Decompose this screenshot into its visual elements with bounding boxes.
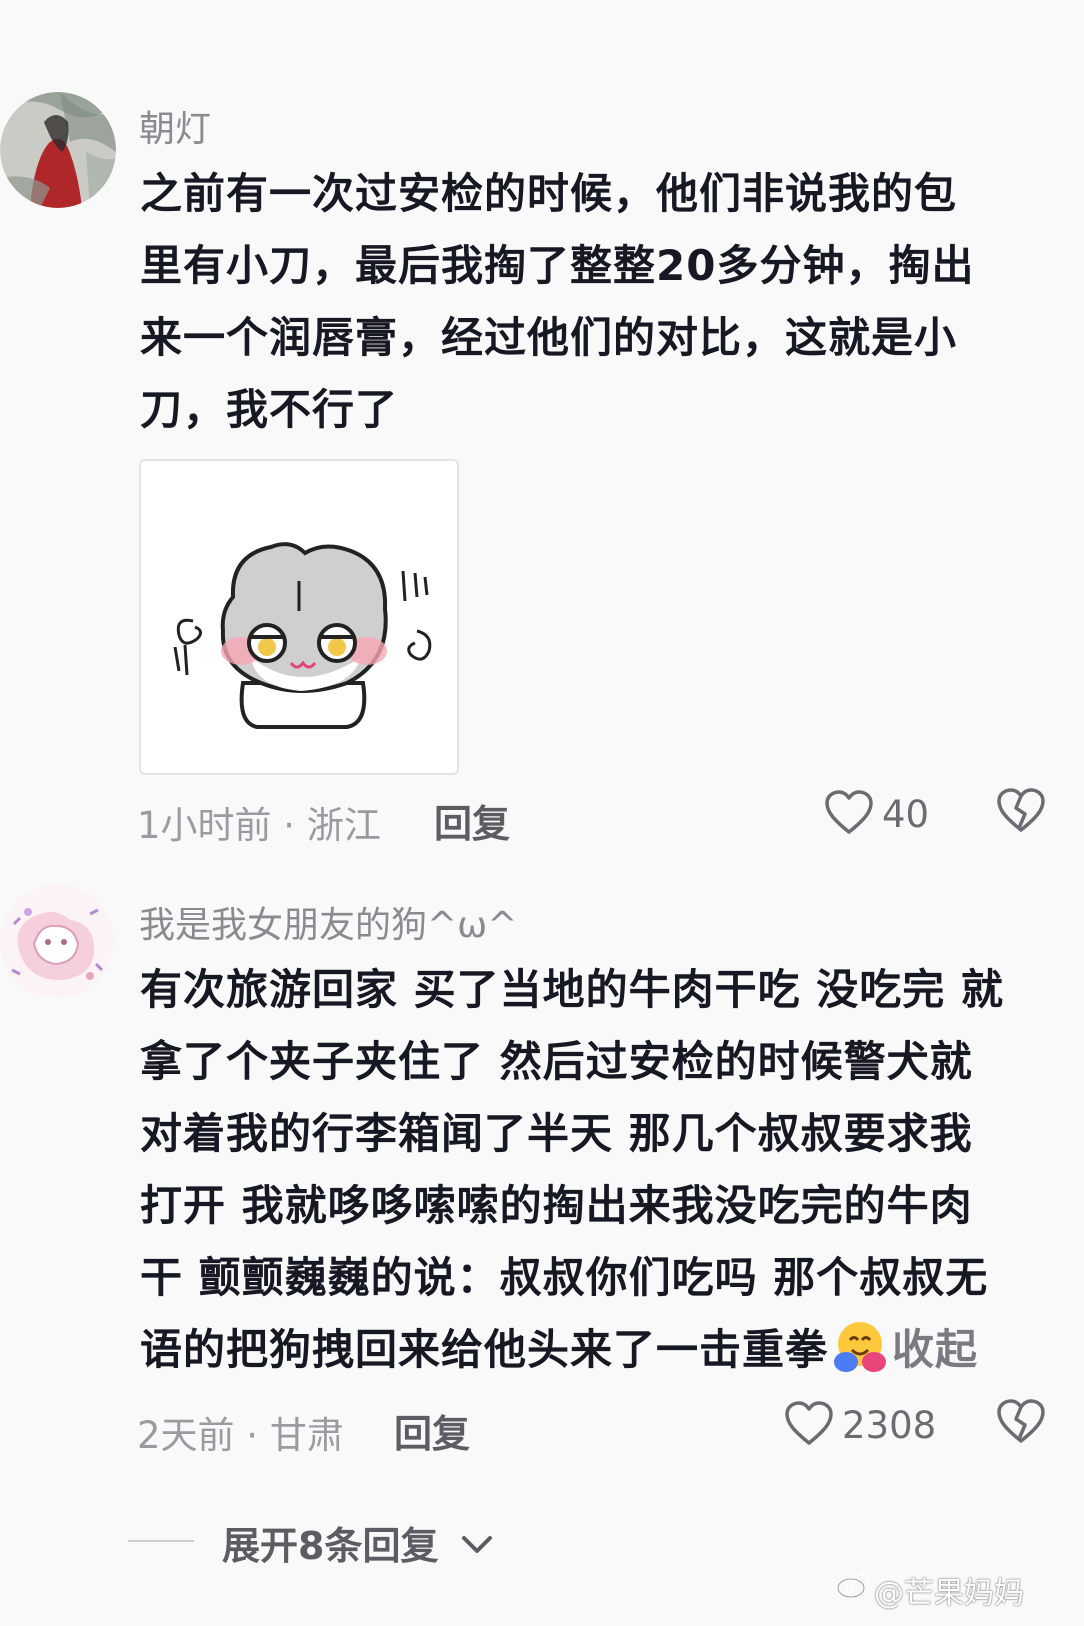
comment-sticker[interactable]	[139, 459, 459, 775]
comment-text-line: 对着我的行李箱闻了半天 那几个叔叔要求我	[140, 1109, 973, 1158]
hugging-face-emoji	[834, 1322, 887, 1372]
comment-text-line: 拿了个夹子夹住了 然后过安检的时候警犬就	[140, 1037, 973, 1086]
avatar-chaodeng[interactable]	[0, 92, 116, 208]
avatar-image	[0, 92, 116, 208]
comment-text-line: 刀，我不行了	[140, 385, 399, 434]
comment-text-line: 打开 我就哆哆嗦嗦的掏出来我没吃完的牛肉	[140, 1181, 973, 1230]
avatar-image	[0, 884, 114, 998]
comment-username[interactable]: 我是我女朋友的狗^ω^	[139, 896, 517, 948]
comment-text-line-final: 语的把狗拽回来给他头来了一击重拳	[140, 1325, 829, 1374]
reply-button[interactable]: 回复	[434, 793, 510, 848]
comment-content: 之前有一次过安检的时候，他们非说我的包 里有小刀，最后我掏了整整20多分钟，掏出…	[140, 158, 974, 446]
expand-replies-button[interactable]: 展开8条回复	[222, 1515, 494, 1570]
expand-divider	[128, 1540, 194, 1542]
comment-content: 有次旅游回家 买了当地的牛肉干吃 没吃完 就 拿了个夹子夹住了 然后过安检的时候…	[140, 954, 1004, 1386]
comment-meta: 2天前 · 甘肃	[137, 1414, 344, 1457]
collapse-button[interactable]: 收起	[892, 1325, 978, 1374]
comment-text-line: 有次旅游回家 买了当地的牛肉干吃 没吃完 就	[140, 965, 1004, 1014]
dislike-button[interactable]	[996, 788, 1046, 838]
weibo-logo-icon	[836, 1572, 870, 1599]
reply-button[interactable]: 回复	[394, 1403, 470, 1458]
heart-outline-icon	[785, 1401, 833, 1445]
watermark-text: @芒果妈妈	[874, 1576, 1024, 1611]
broken-heart-icon	[997, 788, 1045, 832]
comment-text-line: 干 颤颤巍巍的说：叔叔你们吃吗 那个叔叔无	[140, 1253, 989, 1302]
like-count: 40	[882, 793, 930, 836]
comment-text-line: 里有小刀，最后我掏了整整20多分钟，掏出	[140, 241, 975, 290]
heart-outline-icon	[825, 790, 873, 834]
comment-text-line: 来一个润唇膏，经过他们的对比，这就是小	[140, 313, 958, 362]
hamster-sticker-image	[173, 542, 432, 729]
expand-replies-label: 展开8条回复	[222, 1524, 439, 1568]
broken-heart-icon	[997, 1399, 1045, 1443]
comment-text-line: 之前有一次过安检的时候，他们非说我的包	[140, 169, 958, 218]
like-count: 2308	[842, 1404, 937, 1447]
like-button[interactable]: 40	[824, 786, 934, 840]
comment-meta: 1小时前 · 浙江	[137, 804, 381, 847]
comment-username[interactable]: 朝灯	[139, 100, 211, 152]
chevron-down-icon	[461, 1536, 492, 1553]
like-button[interactable]: 2308	[784, 1397, 937, 1451]
comment-text-line: 语的把狗拽回来给他头来了一击重拳 收起	[140, 1314, 1004, 1386]
avatar-dog-user[interactable]	[0, 884, 114, 998]
dislike-button[interactable]	[996, 1399, 1046, 1449]
